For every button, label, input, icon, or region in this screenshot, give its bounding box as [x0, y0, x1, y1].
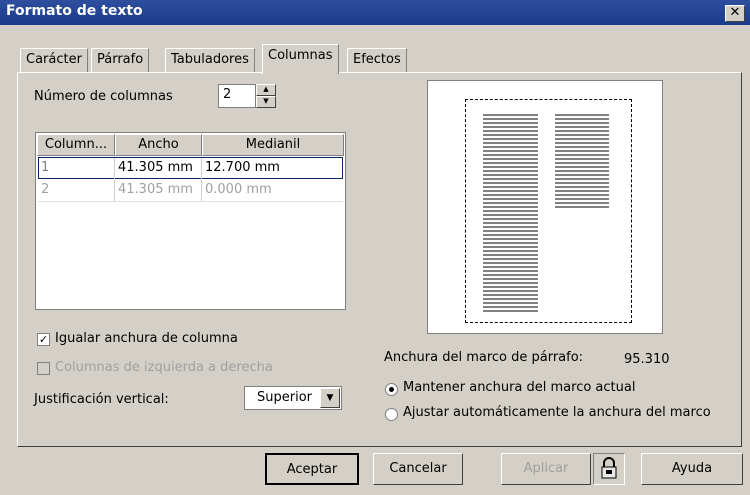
tab-efectos[interactable]: Efectos	[347, 48, 407, 72]
row-divider	[38, 201, 343, 202]
frame-width-label: Anchura del marco de párrafo:	[384, 350, 584, 365]
auto-width-label: Ajustar automáticamente la anchura del m…	[403, 405, 711, 420]
title-bar[interactable]: Formato de texto ✕	[0, 0, 750, 25]
preview-column-lines	[483, 114, 609, 312]
column-count-spinner[interactable]: ▲ ▼	[256, 84, 276, 108]
equal-width-label: Igualar anchura de columna	[55, 331, 238, 346]
spin-down-icon[interactable]: ▼	[256, 96, 276, 108]
lock-icon-graphic	[601, 457, 617, 479]
dialog-window: Formato de texto ✕ Carácter Párrafo Tabu…	[0, 0, 750, 495]
window-title: Formato de texto	[6, 3, 143, 19]
close-button[interactable]: ✕	[725, 5, 745, 22]
cancel-button[interactable]: Cancelar	[373, 453, 463, 485]
vertical-justification-label: Justificación vertical:	[34, 392, 169, 407]
column-header-gutter[interactable]: Medianil	[202, 134, 344, 156]
auto-width-radio[interactable]	[385, 408, 398, 421]
close-icon: ✕	[729, 5, 741, 20]
cell-width: 41.305 mm	[115, 180, 202, 201]
cell-width: 41.305 mm	[115, 158, 202, 179]
column-count-input[interactable]: 2	[218, 84, 256, 108]
help-button[interactable]: Ayuda	[641, 453, 743, 485]
tab-tabuladores[interactable]: Tabuladores	[165, 48, 255, 72]
tab-caracter[interactable]: Carácter	[20, 48, 88, 72]
spin-up-icon[interactable]: ▲	[256, 84, 276, 96]
column-count-label: Número de columnas	[34, 89, 173, 104]
left-to-right-label: Columnas de izquierda a derecha	[55, 360, 273, 375]
column-preview	[427, 80, 663, 334]
columns-table[interactable]: Column... Ancho Medianil 1 41.305 mm 12.…	[35, 132, 346, 310]
column-header-column[interactable]: Column...	[37, 134, 115, 156]
apply-button[interactable]: Aplicar	[501, 453, 591, 485]
keep-width-label: Mantener anchura del marco actual	[403, 380, 636, 395]
vertical-justification-select[interactable]: Superior ▼	[244, 386, 342, 410]
left-to-right-checkbox[interactable]	[37, 362, 50, 375]
cell-gutter: 12.700 mm	[205, 160, 280, 175]
vertical-justification-value: Superior	[257, 390, 312, 405]
frame-width-value: 95.310	[624, 352, 670, 367]
lock-icon[interactable]	[593, 453, 625, 485]
tab-label: Tabuladores	[171, 52, 249, 67]
equal-width-checkbox[interactable]: ✓	[37, 333, 50, 346]
radio-dot-icon	[389, 387, 394, 392]
tab-label: Carácter	[26, 52, 82, 67]
cell-gutter: 0.000 mm	[205, 182, 272, 197]
tab-label: Efectos	[353, 52, 401, 67]
tab-columnas[interactable]: Columnas	[262, 44, 339, 74]
cell-column: 1	[38, 158, 115, 179]
cell-column: 2	[38, 180, 115, 201]
column-header-width[interactable]: Ancho	[115, 134, 202, 156]
ok-button[interactable]: Aceptar	[265, 453, 359, 485]
check-icon: ✓	[38, 333, 49, 346]
dropdown-arrow-icon[interactable]: ▼	[320, 388, 340, 408]
tab-label: Columnas	[268, 48, 333, 63]
keep-width-radio[interactable]	[385, 383, 398, 396]
tab-parrafo[interactable]: Párrafo	[91, 48, 150, 72]
tab-label: Párrafo	[97, 52, 144, 67]
